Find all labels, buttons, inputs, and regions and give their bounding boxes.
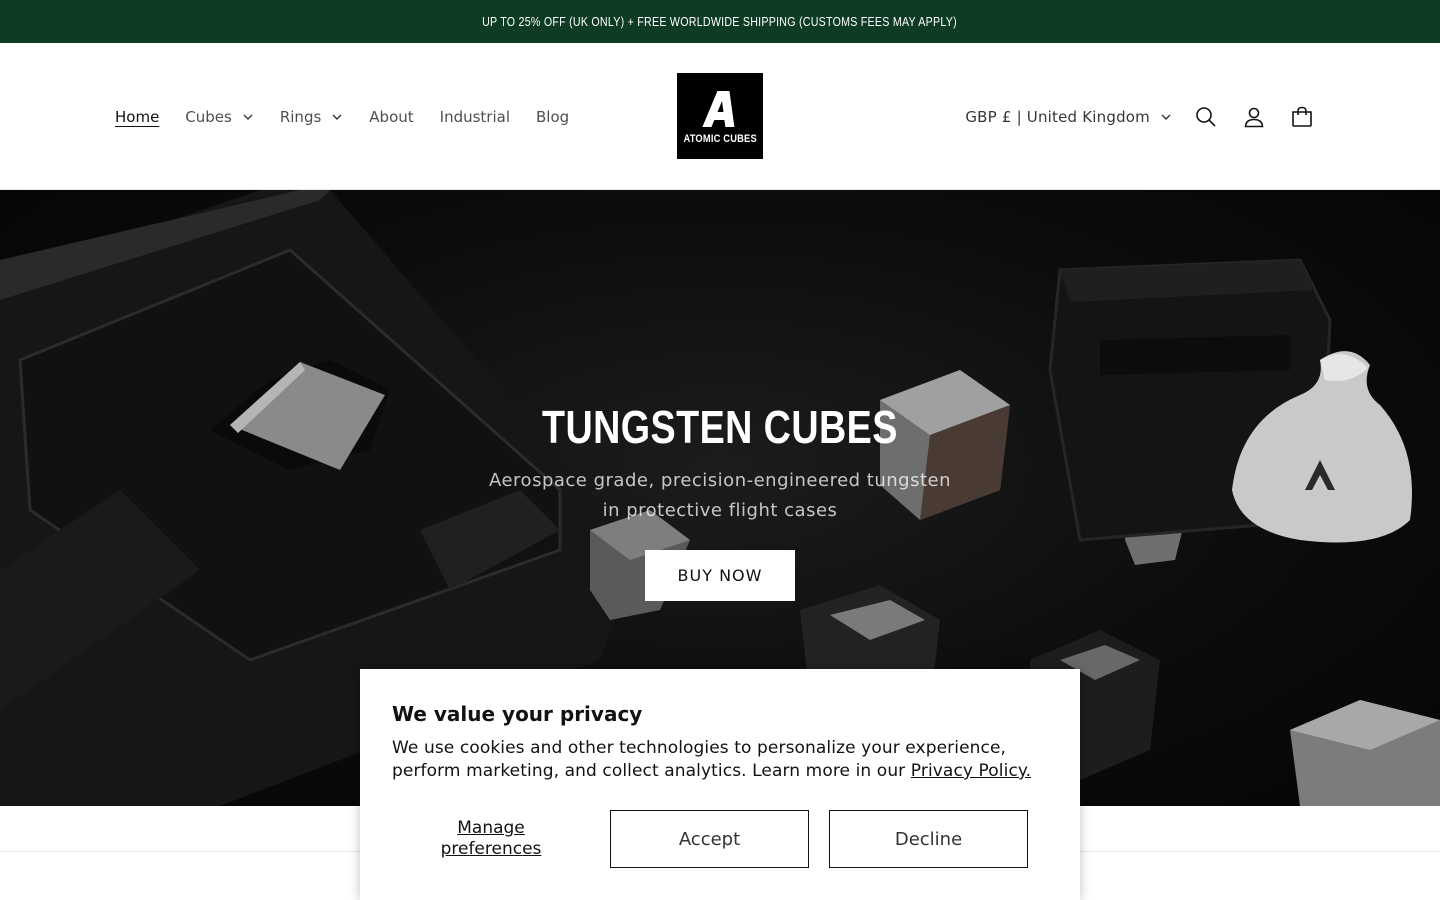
cart-button[interactable] <box>1278 93 1326 141</box>
privacy-policy-link[interactable]: Privacy Policy. <box>911 761 1031 781</box>
main-nav: Home Cubes Rings About Industrial Blog <box>102 43 582 190</box>
site-logo[interactable]: ATOMIC CUBES <box>677 73 763 159</box>
search-button[interactable] <box>1182 93 1230 141</box>
hero-subtitle: Aerospace grade, precision-engineered tu… <box>488 470 952 521</box>
locale-selector[interactable]: GBP £ | United Kingdom <box>965 108 1172 126</box>
cookie-text: We use cookies and other technologies to… <box>392 737 1052 783</box>
cart-icon <box>1292 106 1312 127</box>
cookie-title: We value your privacy <box>392 702 643 726</box>
manage-preferences-button[interactable]: Manage preferences <box>424 818 558 860</box>
accept-button[interactable]: Accept <box>610 810 809 868</box>
account-button[interactable] <box>1230 93 1278 141</box>
nav-rings[interactable]: Rings <box>267 102 356 132</box>
cookie-actions: Manage preferences Accept Decline <box>392 810 1028 868</box>
cookie-consent-banner: We value your privacy We use cookies and… <box>360 669 1080 900</box>
nav-about-label: About <box>369 107 414 126</box>
hero-title: TUNGSTEN CUBES <box>542 401 898 453</box>
header-actions: GBP £ | United Kingdom <box>965 43 1326 190</box>
nav-cubes[interactable]: Cubes <box>172 102 267 132</box>
nav-industrial[interactable]: Industrial <box>427 102 523 132</box>
site-header: Home Cubes Rings About Industrial Blog A… <box>0 43 1440 190</box>
search-icon <box>1196 106 1216 127</box>
chevron-down-icon <box>331 111 343 123</box>
locale-label: GBP £ | United Kingdom <box>965 107 1150 126</box>
chevron-down-icon <box>242 111 254 123</box>
announcement-text: UP TO 25% OFF (UK ONLY) + FREE WORLDWIDE… <box>482 14 958 29</box>
buy-now-button[interactable]: BUY NOW <box>645 550 795 601</box>
logo-text: ATOMIC CUBES <box>683 133 757 145</box>
nav-rings-label: Rings <box>279 107 322 126</box>
nav-home[interactable]: Home <box>102 102 172 132</box>
announcement-bar: UP TO 25% OFF (UK ONLY) + FREE WORLDWIDE… <box>0 0 1440 43</box>
chevron-down-icon <box>1160 111 1172 123</box>
nav-cubes-label: Cubes <box>185 107 232 126</box>
nav-home-label: Home <box>115 107 160 126</box>
nav-about[interactable]: About <box>356 102 426 132</box>
logo-a-mark <box>702 91 735 127</box>
account-icon <box>1244 107 1264 127</box>
nav-blog[interactable]: Blog <box>523 102 582 132</box>
nav-industrial-label: Industrial <box>439 107 510 126</box>
decline-button[interactable]: Decline <box>829 810 1028 868</box>
nav-blog-label: Blog <box>536 107 570 126</box>
